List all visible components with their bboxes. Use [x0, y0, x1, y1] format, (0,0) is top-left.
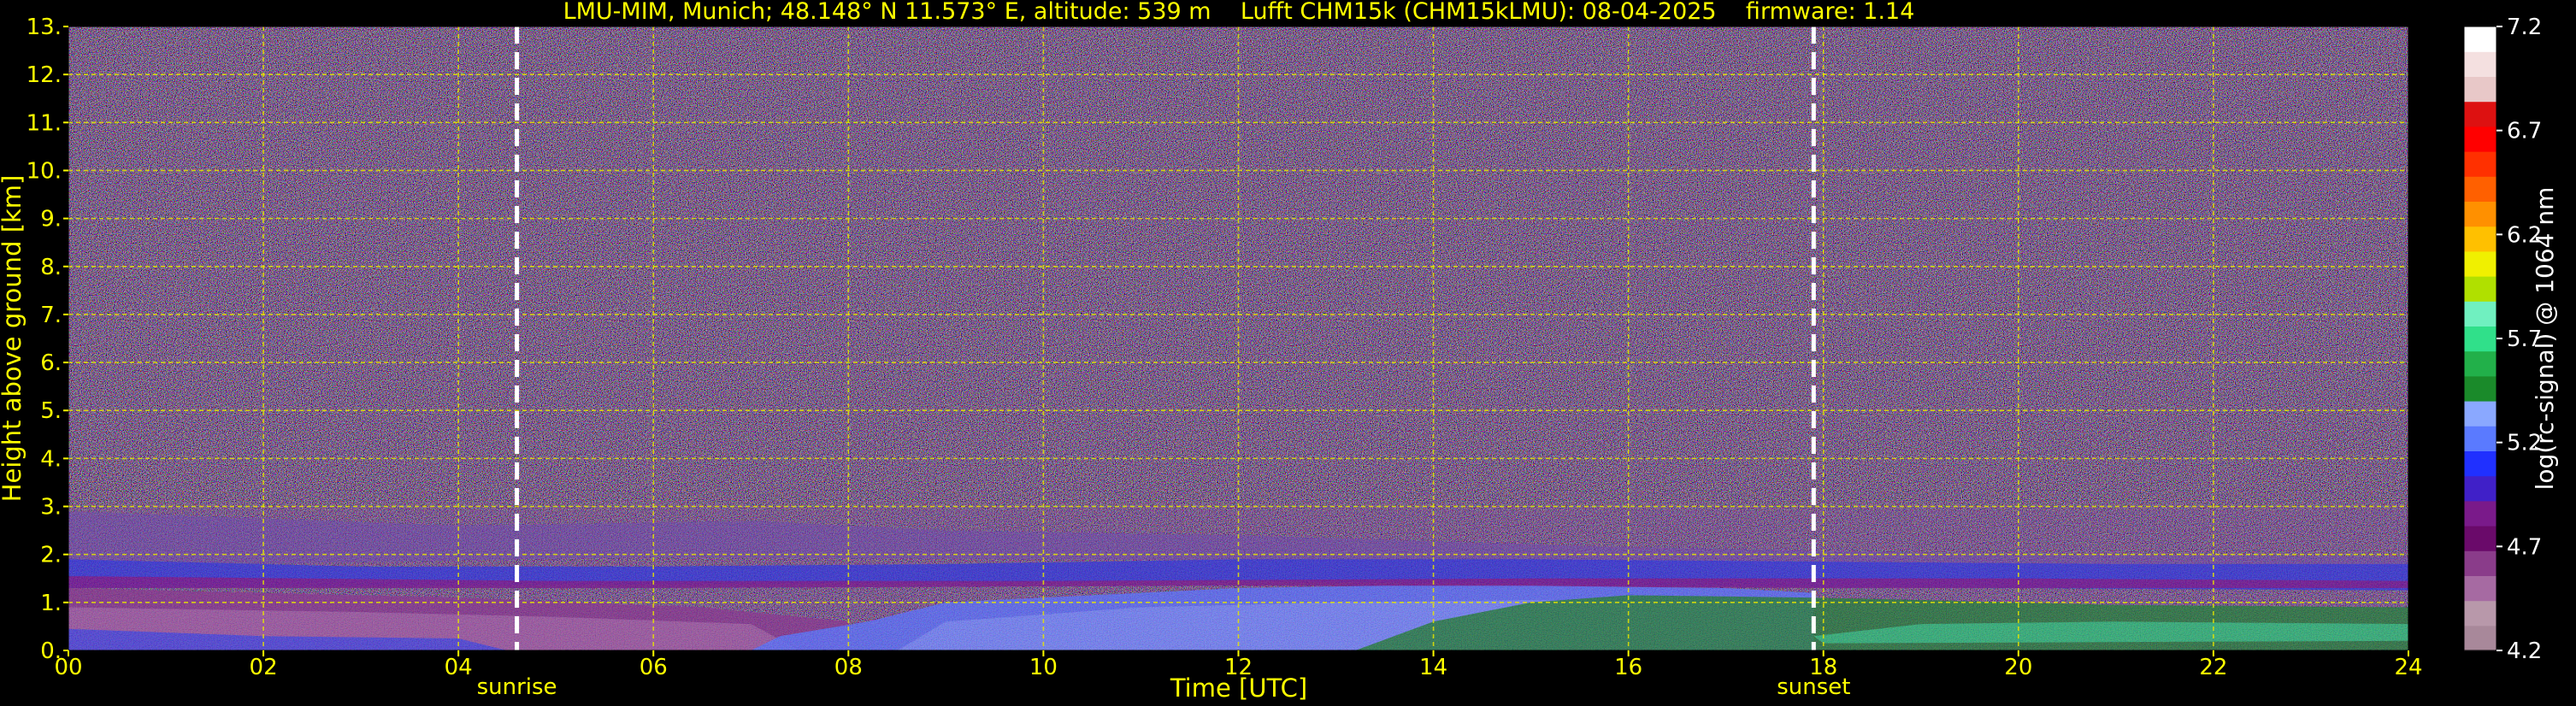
y-tick-label: 6.	[40, 350, 62, 376]
x-tick-label: 06	[640, 655, 668, 680]
colorbar-segment	[2464, 350, 2496, 377]
colorbar-segment	[2464, 625, 2496, 651]
colorbar-segment	[2464, 151, 2496, 177]
colorbar-segment	[2464, 101, 2496, 127]
y-axis-label: Height above ground [km]	[0, 175, 27, 503]
y-tick-label: 13.	[27, 15, 62, 40]
colorbar-tick-label: 7.2	[2507, 15, 2542, 40]
colorbar-segment	[2464, 201, 2496, 227]
y-tick-label: 0.	[40, 638, 62, 664]
colorbar-segment	[2464, 450, 2496, 477]
x-axis-label: Time [UTC]	[1170, 674, 1307, 703]
plot-area	[68, 26, 2408, 650]
colorbar-segment	[2464, 475, 2496, 502]
sunrise-label: sunrise	[477, 674, 557, 700]
x-tick-label: 02	[250, 655, 278, 680]
colorbar-segment	[2464, 550, 2496, 576]
y-tick-label: 2.	[40, 543, 62, 568]
colorbar-tick-label: 6.7	[2507, 119, 2542, 144]
y-tick-label: 8.	[40, 255, 62, 280]
x-tick-label: 08	[834, 655, 863, 680]
y-tick-label: 1.	[40, 591, 62, 616]
y-tick-label: 5.	[40, 398, 62, 424]
colorbar-segment	[2464, 176, 2496, 202]
x-tick-label: 10	[1029, 655, 1058, 680]
colorbar-segment	[2464, 226, 2496, 252]
y-axis: 0. 1. 2. 3. 4. 5. 6. 7. 8. 9. 10. 11. 12. 13.	[27, 15, 68, 664]
y-tick-label: 12.	[27, 62, 62, 88]
colorbar-segment	[2464, 575, 2496, 602]
chart-title: LMU-MIM, Munich; 48.148° N 11.573° E, al…	[563, 0, 1915, 25]
colorbar-segment	[2464, 276, 2496, 302]
ceilometer-figure: LMU-MIM, Munich; 48.148° N 11.573° E, al…	[0, 0, 2559, 703]
colorbar-segment	[2464, 600, 2496, 627]
y-tick-label: 9.	[40, 207, 62, 232]
colorbar-segment	[2464, 526, 2496, 551]
colorbar-segment	[2464, 326, 2496, 352]
event-labels: sunrise sunset	[477, 674, 1851, 700]
colorbar-segment	[2464, 250, 2496, 277]
y-tick-label: 11.	[27, 110, 62, 136]
y-tick-label: 10.	[27, 158, 62, 184]
x-tick-label: 14	[1419, 655, 1447, 680]
colorbar-segment	[2464, 401, 2496, 427]
colorbar-tick-label: 4.7	[2507, 534, 2542, 560]
x-tick-label: 20	[2004, 655, 2032, 680]
colorbar-segment	[2464, 126, 2496, 152]
y-tick-label: 4.	[40, 446, 62, 472]
colorbar-segment	[2464, 500, 2496, 527]
x-tick-label: 16	[1614, 655, 1642, 680]
y-tick-label: 7.	[40, 303, 62, 328]
colorbar-segment	[2464, 301, 2496, 327]
colorbar-segment	[2464, 375, 2496, 402]
colorbar-segment	[2464, 76, 2496, 103]
colorbar-segment	[2464, 51, 2496, 77]
sunset-label: sunset	[1777, 674, 1850, 700]
colorbar-segment	[2464, 26, 2496, 52]
colorbar	[2463, 26, 2497, 651]
x-tick-label: 24	[2394, 655, 2422, 680]
x-tick-label: 22	[2199, 655, 2227, 680]
colorbar-tick-label: 4.2	[2507, 638, 2542, 664]
colorbar-segment	[2464, 426, 2496, 451]
x-tick-label: 04	[445, 655, 473, 680]
colorbar-label: log(rc-signal) @ 1064 nm	[2531, 187, 2559, 491]
y-tick-label: 3.	[40, 495, 62, 521]
